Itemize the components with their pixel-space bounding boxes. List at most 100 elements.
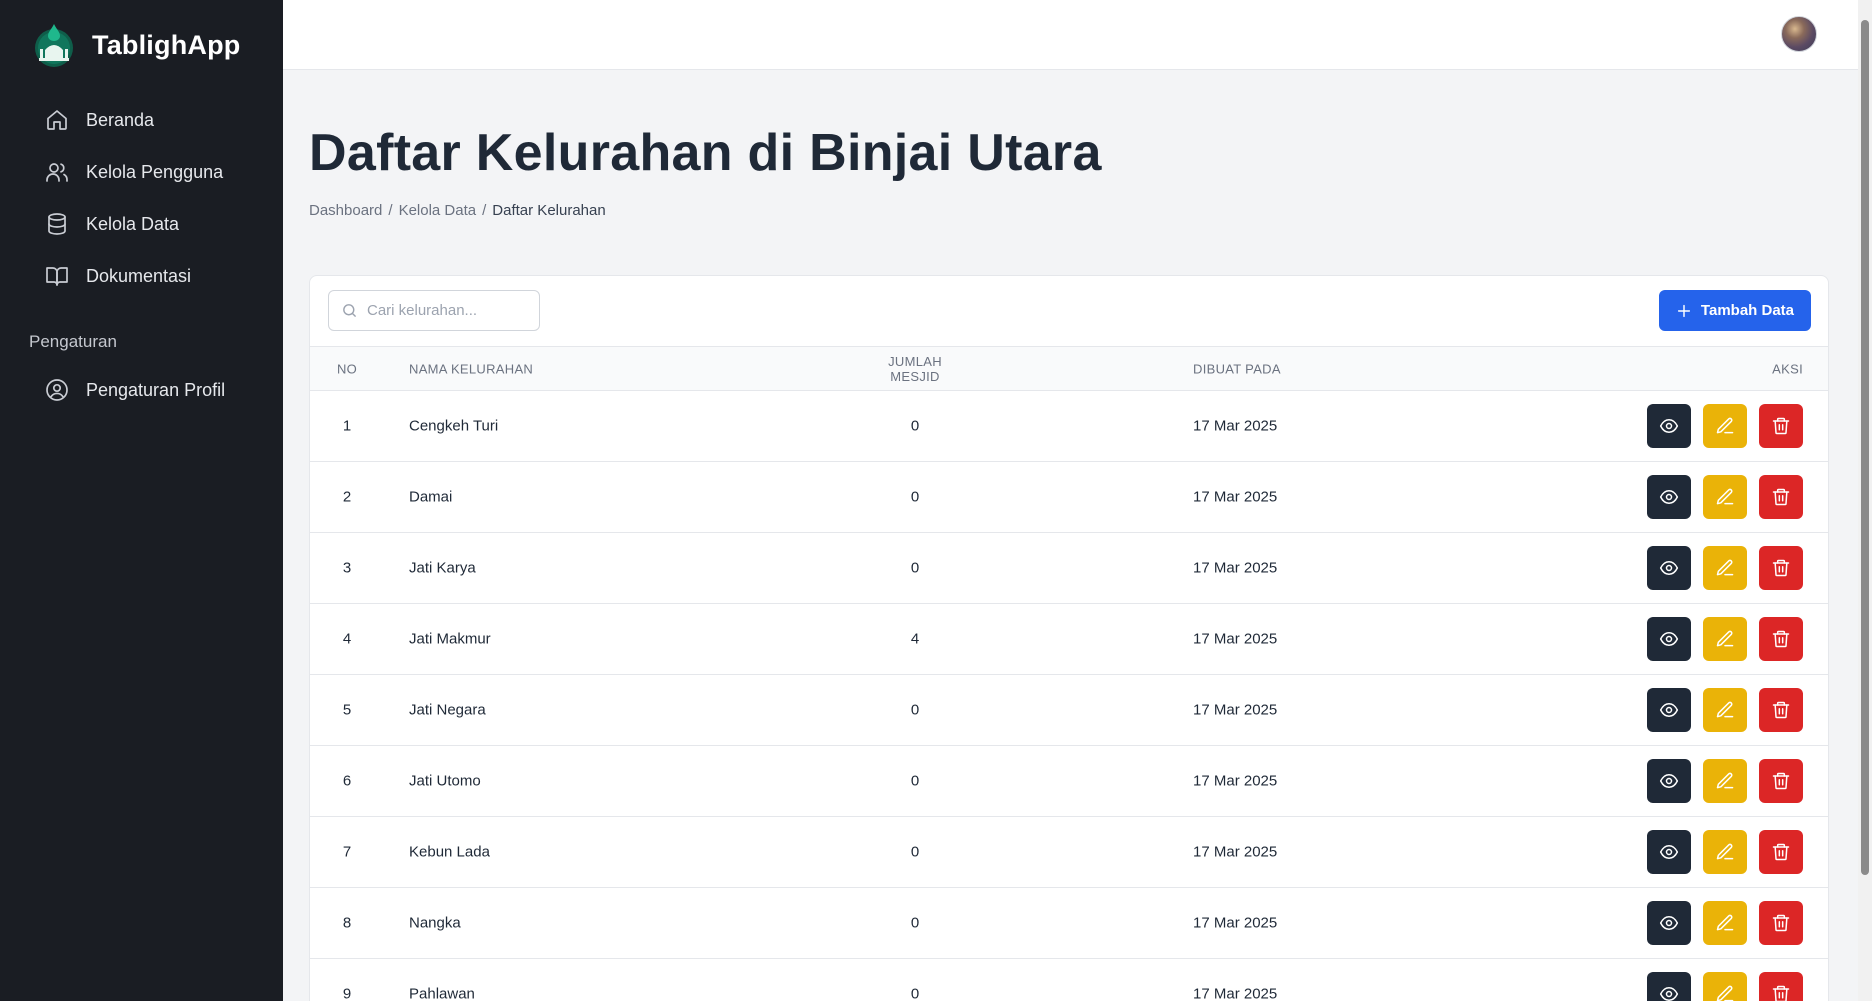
- edit-button[interactable]: [1703, 759, 1747, 803]
- mosque-logo-icon: [35, 24, 73, 67]
- view-button[interactable]: [1647, 404, 1691, 448]
- trash-icon: [1772, 417, 1790, 435]
- cell-name: Jati Makmur: [409, 630, 491, 648]
- sidebar-item-dokumentasi[interactable]: Dokumentasi: [0, 250, 283, 302]
- cell-date: 17 Mar 2025: [1193, 630, 1278, 648]
- edit-button[interactable]: [1703, 617, 1747, 661]
- sidebar-item-kelola-data[interactable]: Kelola Data: [0, 198, 283, 250]
- main-content: Daftar Kelurahan di Binjai Utara Dashboa…: [283, 70, 1858, 1001]
- app-name: TablighApp: [92, 29, 241, 60]
- search-input[interactable]: [367, 302, 527, 319]
- view-button[interactable]: [1647, 830, 1691, 874]
- sidebar-item-beranda[interactable]: Beranda: [0, 94, 283, 146]
- delete-button[interactable]: [1759, 546, 1803, 590]
- edit-button[interactable]: [1703, 972, 1747, 1001]
- delete-button[interactable]: [1759, 901, 1803, 945]
- delete-button[interactable]: [1759, 617, 1803, 661]
- delete-button[interactable]: [1759, 972, 1803, 1001]
- cell-count: 0: [910, 772, 920, 790]
- breadcrumb-item-dashboard[interactable]: Dashboard: [309, 202, 382, 219]
- plus-icon: [1677, 304, 1690, 317]
- scrollbar-thumb[interactable]: [1861, 20, 1869, 875]
- view-button[interactable]: [1647, 475, 1691, 519]
- cell-no: 7: [342, 843, 352, 861]
- edit-button[interactable]: [1703, 404, 1747, 448]
- row-actions: [1647, 830, 1803, 874]
- table-row: 1 Cengkeh Turi 0 17 Mar 2025: [310, 391, 1828, 462]
- table-row: 9 Pahlawan 0 17 Mar 2025: [310, 959, 1828, 1001]
- row-actions: [1647, 546, 1803, 590]
- row-actions: [1647, 901, 1803, 945]
- users-icon: [46, 163, 68, 182]
- edit-button[interactable]: [1703, 830, 1747, 874]
- search-icon: [343, 304, 356, 317]
- header-count: JUMLAH MESJID: [888, 353, 942, 384]
- breadcrumb-item-current: Daftar Kelurahan: [492, 202, 606, 219]
- cell-no: 2: [342, 488, 352, 506]
- table-row: 6 Jati Utomo 0 17 Mar 2025: [310, 746, 1828, 817]
- cell-date: 17 Mar 2025: [1193, 914, 1278, 932]
- breadcrumb-item-kelola-data[interactable]: Kelola Data: [399, 202, 477, 219]
- cell-name: Nangka: [409, 914, 461, 932]
- table-row: 7 Kebun Lada 0 17 Mar 2025: [310, 817, 1828, 888]
- cell-date: 17 Mar 2025: [1193, 985, 1278, 1001]
- edit-button[interactable]: [1703, 901, 1747, 945]
- sidebar-item-label: Beranda: [86, 109, 155, 130]
- pencil-icon: [1716, 914, 1734, 931]
- search-box[interactable]: [328, 290, 540, 331]
- home-icon: [47, 110, 67, 130]
- cell-date: 17 Mar 2025: [1193, 488, 1278, 506]
- pencil-icon: [1716, 701, 1734, 718]
- delete-button[interactable]: [1759, 475, 1803, 519]
- breadcrumb: Dashboard / Kelola Data / Daftar Kelurah…: [309, 202, 606, 219]
- view-button[interactable]: [1647, 688, 1691, 732]
- edit-button[interactable]: [1703, 546, 1747, 590]
- table-row: 2 Damai 0 17 Mar 2025: [310, 462, 1828, 533]
- table-row: 4 Jati Makmur 4 17 Mar 2025: [310, 604, 1828, 675]
- header-name: NAMA KELURAHAN: [409, 361, 534, 376]
- view-button[interactable]: [1647, 972, 1691, 1001]
- sidebar-item-kelola-pengguna[interactable]: Kelola Pengguna: [0, 146, 283, 198]
- row-actions: [1647, 475, 1803, 519]
- topbar: [283, 0, 1858, 70]
- header-no: NO: [336, 361, 358, 376]
- brand[interactable]: TablighApp: [0, 0, 283, 90]
- eye-icon: [1659, 632, 1679, 646]
- edit-button[interactable]: [1703, 688, 1747, 732]
- cell-count: 0: [910, 417, 920, 435]
- cell-count: 0: [910, 985, 920, 1001]
- cell-date: 17 Mar 2025: [1193, 772, 1278, 790]
- delete-button[interactable]: [1759, 688, 1803, 732]
- sidebar-item-pengaturan-profil[interactable]: Pengaturan Profil: [0, 364, 283, 416]
- pencil-icon: [1716, 417, 1734, 434]
- view-button[interactable]: [1647, 759, 1691, 803]
- header-date: DIBUAT PADA: [1193, 361, 1281, 376]
- view-button[interactable]: [1647, 617, 1691, 661]
- delete-button[interactable]: [1759, 759, 1803, 803]
- cell-date: 17 Mar 2025: [1193, 701, 1278, 719]
- cell-count: 0: [910, 843, 920, 861]
- sidebar-item-label: Dokumentasi: [86, 265, 192, 286]
- row-actions: [1647, 404, 1803, 448]
- page-scrollbar[interactable]: [1858, 0, 1872, 1001]
- cell-count: 4: [910, 630, 920, 648]
- eye-icon: [1659, 703, 1679, 717]
- cell-date: 17 Mar 2025: [1193, 843, 1278, 861]
- avatar[interactable]: [1781, 16, 1817, 52]
- delete-button[interactable]: [1759, 404, 1803, 448]
- cell-name: Damai: [409, 488, 453, 506]
- trash-icon: [1772, 772, 1790, 790]
- trash-icon: [1772, 488, 1790, 506]
- eye-icon: [1659, 987, 1679, 1001]
- cell-name: Cengkeh Turi: [409, 417, 499, 435]
- view-button[interactable]: [1647, 901, 1691, 945]
- trash-icon: [1772, 843, 1790, 861]
- edit-button[interactable]: [1703, 475, 1747, 519]
- cell-date: 17 Mar 2025: [1193, 417, 1278, 435]
- view-button[interactable]: [1647, 546, 1691, 590]
- sidebar-item-label: Kelola Pengguna: [86, 161, 224, 182]
- pencil-icon: [1716, 772, 1734, 789]
- delete-button[interactable]: [1759, 830, 1803, 874]
- sidebar-nav: Beranda Kelola Pengguna Kelola Data Doku…: [0, 94, 283, 416]
- add-data-button[interactable]: Tambah Data: [1658, 290, 1811, 331]
